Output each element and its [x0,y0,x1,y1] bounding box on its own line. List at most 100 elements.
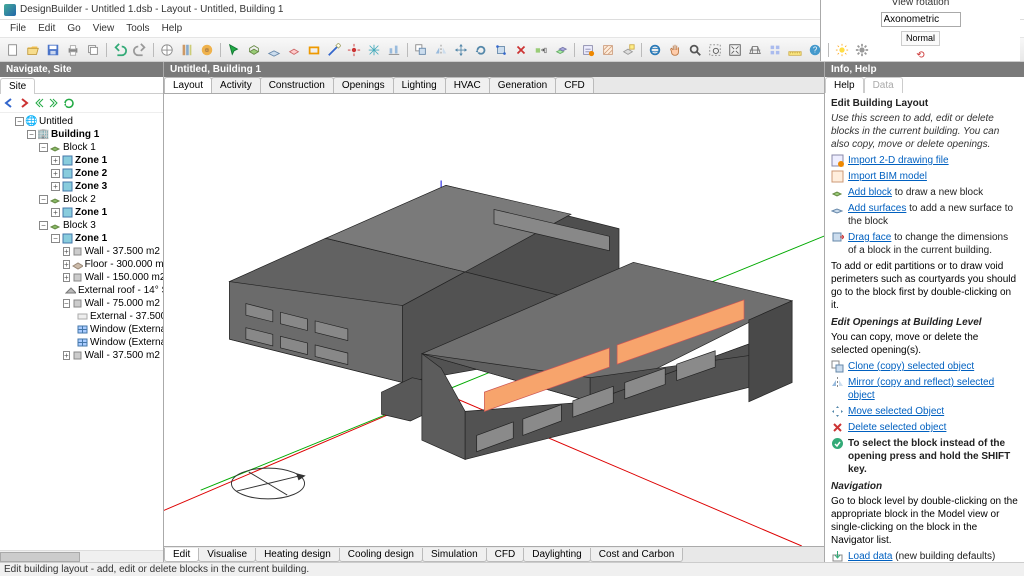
nav-hscroll[interactable] [0,550,163,562]
menu-go[interactable]: Go [61,23,86,34]
tb-zoom[interactable] [686,41,704,59]
tb-sun[interactable] [833,41,851,59]
view-rotation-normal[interactable]: Normal [901,31,940,46]
wall-icon [72,272,83,283]
tb-zoom-window[interactable] [706,41,724,59]
tb-cost[interactable]: ¤ [198,41,216,59]
navigator-tree[interactable]: −🌐Untitled −🏢Building 1 −Block 1 +Zone 1… [0,113,163,550]
tab-openings[interactable]: Openings [333,77,394,93]
main-title: Untitled, Building 1 [164,62,824,77]
status-text: Edit building layout - add, edit or dele… [4,564,309,575]
btab-daylight[interactable]: Daylighting [523,548,590,562]
block-icon [50,142,61,153]
tb-orbit[interactable] [646,41,664,59]
tb-mirror[interactable] [432,41,450,59]
tb-move[interactable] [452,41,470,59]
window-title: DesignBuilder - Untitled 1.dsb - Layout … [20,4,283,15]
help-openings-h: Edit Openings at Building Level [831,316,1018,329]
tb-outline[interactable] [305,41,323,59]
tb-perspective[interactable] [746,41,764,59]
tab-layout[interactable]: Layout [164,77,212,93]
nav-refresh[interactable] [62,96,76,110]
tb-guides[interactable] [365,41,383,59]
view-rotation-select[interactable] [881,12,961,27]
nav-tab-site[interactable]: Site [0,78,35,94]
tb-library[interactable] [178,41,196,59]
tab-hvac[interactable]: HVAC [445,77,490,93]
btab-cooling[interactable]: Cooling design [339,548,423,562]
tb-help[interactable]: ? [806,41,824,59]
tb-rotate[interactable] [472,41,490,59]
tb-clone[interactable] [412,41,430,59]
tb-gear[interactable] [853,41,871,59]
btab-edit[interactable]: Edit [164,548,199,562]
tb-bool-union[interactable] [552,41,570,59]
tip-icon [831,437,844,450]
link-add-block[interactable]: Add block [848,187,892,198]
menu-edit[interactable]: Edit [32,23,61,34]
tb-open[interactable] [24,41,42,59]
tb-add-block[interactable] [245,41,263,59]
link-add-surface[interactable]: Add surfaces [848,203,906,214]
help-nav-h: Navigation [831,480,1018,493]
delete-icon [831,421,844,434]
link-load-data[interactable]: Load data [848,551,893,562]
menu-view[interactable]: View [87,23,121,34]
btab-heating[interactable]: Heating design [255,548,340,562]
rtab-data[interactable]: Data [864,77,903,93]
btab-cost[interactable]: Cost and Carbon [590,548,684,562]
tb-location[interactable] [158,41,176,59]
tb-cut-block[interactable] [285,41,303,59]
menu-help[interactable]: Help [156,23,189,34]
menu-bar: File Edit Go View Tools Help View rotati… [0,20,1024,38]
link-import-2d[interactable]: Import 2-D drawing file [848,155,949,166]
roof-icon [65,285,76,296]
tab-generation[interactable]: Generation [489,77,556,93]
nav-back[interactable] [2,96,16,110]
tb-import-bim[interactable] [599,41,617,59]
tab-activity[interactable]: Activity [211,77,261,93]
tb-save[interactable] [44,41,62,59]
tb-undo[interactable] [111,41,129,59]
site-icon: 🌐 [26,116,37,127]
tb-add-surface[interactable] [265,41,283,59]
link-import-bim[interactable]: Import BIM model [848,171,927,182]
tb-ref-blocks[interactable] [619,41,637,59]
btab-visualise[interactable]: Visualise [198,548,256,562]
tb-measure[interactable] [325,41,343,59]
tb-new[interactable] [4,41,22,59]
tb-import-2d[interactable] [579,41,597,59]
tab-cfd[interactable]: CFD [555,77,594,93]
tb-print[interactable] [64,41,82,59]
tb-transfer[interactable] [532,41,550,59]
tb-pan[interactable] [666,41,684,59]
tb-pointer[interactable] [225,41,243,59]
3d-viewport[interactable] [164,94,824,546]
rtab-help[interactable]: Help [825,77,864,93]
btab-simulation[interactable]: Simulation [422,548,487,562]
tb-redo[interactable] [131,41,149,59]
main-view: Untitled, Building 1 Layout Activity Con… [164,62,824,562]
link-clone[interactable]: Clone (copy) selected object [848,360,974,373]
tb-measure2[interactable] [786,41,804,59]
tb-view-top[interactable] [766,41,784,59]
tab-construction[interactable]: Construction [260,77,334,93]
tb-fit[interactable] [726,41,744,59]
menu-tools[interactable]: Tools [120,23,155,34]
menu-file[interactable]: File [4,23,32,34]
tb-stretch[interactable] [492,41,510,59]
link-mirror[interactable]: Mirror (copy and reflect) selected objec… [848,376,1018,402]
link-move[interactable]: Move selected Object [848,405,944,418]
nav-fwd[interactable] [17,96,31,110]
tb-delete[interactable] [512,41,530,59]
tb-cpoint[interactable] [345,41,363,59]
nav-prev[interactable] [32,96,46,110]
nav-next[interactable] [47,96,61,110]
tb-copy-image[interactable] [84,41,102,59]
btab-cfd[interactable]: CFD [486,548,525,562]
link-drag-face[interactable]: Drag face [848,232,891,243]
sync-icon[interactable]: ⟲ [916,50,924,61]
tb-align[interactable] [385,41,403,59]
tab-lighting[interactable]: Lighting [393,77,446,93]
link-delete[interactable]: Delete selected object [848,421,946,434]
